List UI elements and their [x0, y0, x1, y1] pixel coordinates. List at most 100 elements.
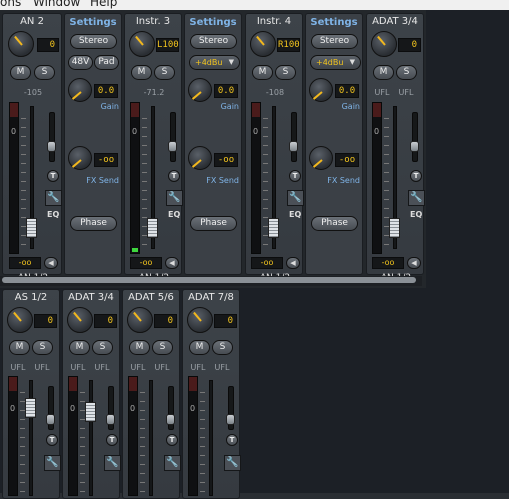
trim-button[interactable]: T: [166, 434, 178, 446]
menu-item-help[interactable]: Help: [90, 0, 117, 9]
gain-knob[interactable]: [68, 78, 92, 102]
solo-button[interactable]: S: [152, 340, 173, 355]
fader-cap[interactable]: [147, 218, 158, 238]
gain-value: 0.0: [335, 84, 359, 98]
collapse-arrow-icon[interactable]: ◀: [165, 257, 179, 269]
solo-button[interactable]: S: [275, 65, 296, 80]
collapse-arrow-icon[interactable]: ◀: [286, 257, 300, 269]
gain-value: 0: [214, 314, 237, 328]
wrench-icon[interactable]: 🔧: [44, 455, 61, 471]
meter-scale: [200, 376, 206, 496]
stereo-button[interactable]: Stereo: [190, 34, 237, 49]
phase-button[interactable]: Phase: [70, 216, 117, 231]
pan-handle[interactable]: [289, 141, 298, 152]
phase-button[interactable]: Phase: [311, 216, 358, 231]
fader-cap[interactable]: [85, 402, 96, 422]
trim-button[interactable]: T: [46, 434, 58, 446]
solo-button[interactable]: S: [92, 340, 113, 355]
pan-handle[interactable]: [46, 414, 55, 425]
gain-knob[interactable]: [129, 31, 155, 57]
eq-button[interactable]: EQ: [410, 210, 422, 219]
wrench-icon[interactable]: 🔧: [408, 190, 425, 206]
trim-button[interactable]: T: [289, 170, 301, 182]
pan-handle[interactable]: [410, 141, 419, 152]
zero-db-label: 0: [10, 404, 16, 413]
solo-button[interactable]: S: [154, 65, 175, 80]
zero-db-label: 0: [70, 404, 76, 413]
trim-button[interactable]: T: [168, 170, 180, 182]
gain-knob[interactable]: [187, 307, 213, 333]
mute-button[interactable]: M: [252, 65, 273, 80]
fader-cap[interactable]: [26, 218, 37, 238]
mute-button[interactable]: M: [9, 340, 30, 355]
pan-handle[interactable]: [106, 414, 115, 425]
trim-button[interactable]: T: [106, 434, 118, 446]
stereo-button[interactable]: Stereo: [70, 34, 117, 49]
wrench-icon[interactable]: 🔧: [287, 190, 304, 206]
pad-button[interactable]: Pad: [94, 55, 119, 70]
pan-handle[interactable]: [47, 141, 56, 152]
mute-button[interactable]: M: [373, 65, 394, 80]
gain-knob[interactable]: [188, 78, 212, 102]
wrench-icon[interactable]: 🔧: [166, 190, 183, 206]
scrollbar-thumb[interactable]: [2, 277, 416, 283]
stereo-button[interactable]: Stereo: [311, 34, 358, 49]
mute-button[interactable]: M: [69, 340, 90, 355]
collapse-arrow-icon[interactable]: ◀: [407, 257, 421, 269]
pan-handle[interactable]: [226, 414, 235, 425]
volume-fader[interactable]: [209, 380, 213, 496]
pan-slider[interactable]: [412, 112, 418, 162]
wrench-icon[interactable]: 🔧: [45, 190, 62, 206]
pan-handle[interactable]: [168, 141, 177, 152]
collapse-arrow-icon[interactable]: ◀: [44, 257, 58, 269]
horizontal-scrollbar[interactable]: [0, 276, 422, 286]
solo-button[interactable]: S: [34, 65, 55, 80]
playback-strip-as12: AS 1/2 0 M S UFL UFL 0 T 🔧: [2, 289, 61, 499]
solo-button[interactable]: S: [396, 65, 417, 80]
fx-send-knob[interactable]: [68, 146, 92, 170]
phantom-48v-button[interactable]: 48V: [68, 55, 93, 70]
gain-knob[interactable]: [67, 307, 93, 333]
mute-button[interactable]: M: [129, 340, 150, 355]
wrench-icon[interactable]: 🔧: [164, 455, 181, 471]
pan-slider[interactable]: [170, 112, 176, 162]
level-meter: [8, 376, 18, 496]
mute-button[interactable]: M: [131, 65, 152, 80]
fader-cap[interactable]: [389, 218, 400, 238]
phase-button[interactable]: Phase: [190, 216, 237, 231]
trim-button[interactable]: T: [47, 170, 59, 182]
wrench-icon[interactable]: 🔧: [224, 455, 241, 471]
gain-knob[interactable]: [371, 31, 397, 57]
gain-knob[interactable]: [127, 307, 153, 333]
pan-slider[interactable]: [291, 112, 297, 162]
volume-fader[interactable]: [89, 380, 93, 496]
eq-button[interactable]: EQ: [289, 210, 301, 219]
level-dropdown[interactable]: +4dBu ▼: [189, 55, 240, 70]
trim-button[interactable]: T: [410, 170, 422, 182]
level-dropdown[interactable]: +4dBu ▼: [310, 55, 361, 70]
pan-handle[interactable]: [166, 414, 175, 425]
fader-cap[interactable]: [268, 218, 279, 238]
wrench-icon[interactable]: 🔧: [104, 455, 121, 471]
volume-fader[interactable]: [149, 380, 153, 496]
fx-send-knob[interactable]: [309, 146, 333, 170]
trim-button[interactable]: T: [226, 434, 238, 446]
gain-knob[interactable]: [8, 31, 34, 57]
gain-knob[interactable]: [7, 307, 33, 333]
solo-button[interactable]: S: [32, 340, 53, 355]
solo-button[interactable]: S: [212, 340, 233, 355]
pan-slider[interactable]: [49, 112, 55, 162]
eq-button[interactable]: EQ: [168, 210, 180, 219]
gain-knob[interactable]: [250, 31, 276, 57]
mute-button[interactable]: M: [10, 65, 31, 80]
fader-cap[interactable]: [25, 398, 36, 418]
menu-item-window[interactable]: Window: [33, 0, 80, 9]
fx-send-knob[interactable]: [188, 146, 212, 170]
mute-button[interactable]: M: [189, 340, 210, 355]
gain-knob[interactable]: [309, 78, 333, 102]
level-value: -oo: [130, 257, 162, 269]
menu-item-options[interactable]: ons: [0, 0, 21, 9]
channel-strip-instr3: Instr. 3 L100 M S -71.2 0 T 🔧 EQ -oo ◀ A…: [124, 13, 183, 283]
eq-button[interactable]: EQ: [47, 210, 59, 219]
playback-strip-adat56: ADAT 5/6 0 M S UFL UFL 0 T 🔧: [122, 289, 181, 499]
